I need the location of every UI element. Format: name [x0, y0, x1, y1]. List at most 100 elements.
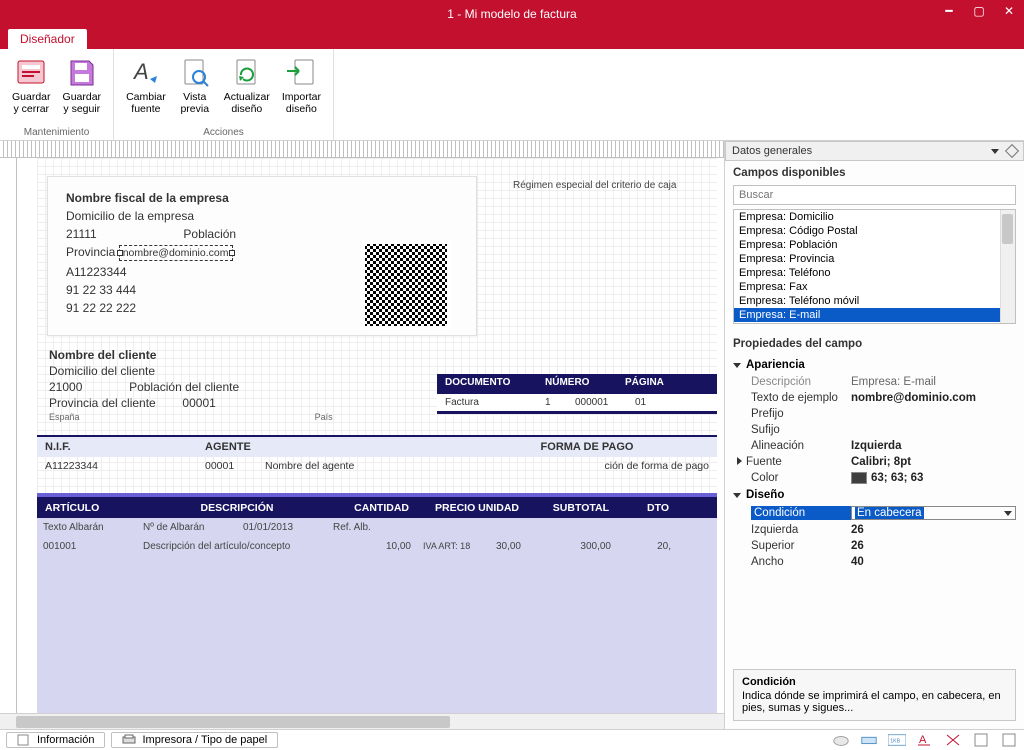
r2-sub[interactable]: 300,00 [527, 537, 617, 556]
info-button[interactable]: Información [6, 732, 105, 748]
field-list-item[interactable]: Empresa: Domicilio [734, 210, 1015, 224]
field-list-item[interactable]: Empresa: Teléfono [734, 266, 1015, 280]
r2-iva[interactable]: IVA ART: 18 [417, 537, 487, 556]
field-list-item[interactable]: Empresa: Población [734, 238, 1015, 252]
checkbox-icon[interactable] [1000, 733, 1018, 747]
client-city[interactable]: Población del cliente [129, 380, 239, 394]
change-font-button[interactable]: A Cambiar fuente [120, 53, 172, 125]
company-city[interactable]: Población [183, 227, 236, 241]
prop-top[interactable]: 26 [851, 540, 1016, 552]
printer-button[interactable]: Impresora / Tipo de papel [111, 732, 278, 748]
client-addr[interactable]: Domicilio del cliente [49, 364, 333, 378]
field-list-item[interactable]: Empresa: Fax [734, 280, 1015, 294]
scrollbar-thumb[interactable] [16, 716, 450, 728]
section-appearance[interactable]: Apariencia [733, 356, 1016, 374]
doc-d2b[interactable]: 000001 [567, 394, 627, 411]
prop-align[interactable]: Izquierda [851, 440, 1016, 452]
nif-d2a[interactable]: 00001 [197, 457, 257, 475]
r1-a[interactable]: Texto Albarán [37, 518, 137, 537]
client-cp[interactable]: 21000 [49, 380, 82, 394]
maximize-button[interactable]: ▢ [964, 0, 994, 22]
size-badge-icon[interactable]: 1KB [888, 733, 906, 747]
client-country-lbl[interactable]: País [315, 412, 333, 422]
import-icon [285, 57, 317, 89]
fields-title: Campos disponibles [725, 161, 1024, 185]
qr-code[interactable] [361, 240, 451, 330]
field-list-item[interactable]: Empresa: E-mail comercial [734, 322, 1015, 324]
tab-designer[interactable]: Diseñador [8, 29, 87, 49]
underline-icon[interactable]: A [916, 733, 934, 747]
change-font-label: Cambiar fuente [126, 92, 166, 115]
company-cp[interactable]: 21111 [66, 227, 97, 241]
checkbox-icon[interactable] [972, 733, 990, 747]
prop-sample-text[interactable]: nombre@dominio.com [851, 392, 1016, 404]
client-code[interactable]: 00001 [182, 396, 215, 410]
save-close-button[interactable]: Guardar y cerrar [6, 53, 57, 125]
nif-band[interactable]: N.I.F. AGENTE FORMA DE PAGO A11223344 00… [37, 435, 717, 475]
status-icons: 1KB A [832, 733, 1018, 747]
doc-d2a[interactable]: 1 [537, 394, 567, 411]
prop-color[interactable]: 63; 63; 63 [851, 472, 1016, 484]
prop-condition-row[interactable]: Condición En cabecera [733, 504, 1016, 522]
regimen-text[interactable]: Régimen especial del criterio de caja [513, 180, 676, 191]
save-icon [66, 57, 98, 89]
horizontal-scrollbar[interactable] [0, 713, 724, 729]
prop-condition-value[interactable]: En cabecera [851, 506, 1016, 520]
r2-art[interactable]: 001001 [37, 537, 137, 556]
nif-d2b[interactable]: Nombre del agente [257, 457, 457, 475]
field-list[interactable]: Empresa: DomicilioEmpresa: Código Postal… [733, 209, 1016, 324]
save-continue-button[interactable]: Guardar y seguir [57, 53, 108, 125]
cloud-icon[interactable] [832, 733, 850, 747]
email-field-selected[interactable]: nombre@dominio.com [119, 245, 233, 261]
field-list-item[interactable]: Empresa: Provincia [734, 252, 1015, 266]
nif-d1[interactable]: A11223344 [37, 457, 197, 475]
canvas-scroll[interactable]: Régimen especial del criterio de caja No… [17, 158, 724, 713]
prop-width[interactable]: 40 [851, 556, 1016, 568]
field-list-item[interactable]: Empresa: Teléfono móvil [734, 294, 1015, 308]
ruler-horizontal [0, 141, 724, 158]
items-body[interactable]: Texto Albarán Nº de Albarán 01/01/2013 R… [37, 518, 717, 713]
items-header[interactable]: ARTÍCULO DESCRIPCIÓN CANTIDAD PRECIO UNI… [37, 493, 717, 519]
printer-status-icon[interactable] [860, 733, 878, 747]
r2-pu[interactable]: 30,00 [487, 537, 527, 556]
r2-cant[interactable]: 10,00 [337, 537, 417, 556]
preview-button[interactable]: Vista previa [172, 53, 218, 125]
scrollbar-thumb[interactable] [1002, 214, 1013, 244]
prop-font[interactable]: Calibri; 8pt [851, 456, 1016, 468]
r1-c[interactable]: 01/01/2013 [237, 518, 327, 537]
field-list-scrollbar[interactable] [1000, 210, 1015, 323]
nif-d3[interactable]: ción de forma de pago [457, 457, 717, 475]
minimize-button[interactable]: ━ [934, 0, 964, 22]
field-list-item[interactable]: Empresa: Código Postal [734, 224, 1015, 238]
doc-header-block[interactable]: DOCUMENTO NÚMERO PÁGINA Factura 1 000001… [437, 374, 717, 414]
nif-h3: FORMA DE PAGO [457, 437, 717, 457]
section-design[interactable]: Diseño [733, 486, 1016, 504]
r2-desc[interactable]: Descripción del artículo/concepto [137, 537, 337, 556]
field-list-item[interactable]: Empresa: E-mail [734, 308, 1015, 322]
client-name[interactable]: Nombre del cliente [49, 348, 333, 362]
client-prov[interactable]: Provincia del cliente [49, 396, 156, 410]
r2-dt[interactable]: 20, [617, 537, 677, 556]
side-dropdown[interactable]: Datos generales [725, 141, 1024, 161]
client-block[interactable]: Nombre del cliente Domicilio del cliente… [49, 348, 333, 424]
pin-icon[interactable] [1005, 144, 1019, 158]
refresh-design-button[interactable]: Actualizar diseño [218, 53, 276, 125]
star-icon[interactable] [944, 733, 962, 747]
doc-d1[interactable]: Factura [437, 394, 537, 411]
r1-d[interactable]: Ref. Alb. [327, 518, 387, 537]
company-address[interactable]: Domicilio de la empresa [66, 209, 458, 223]
client-country[interactable]: España [49, 412, 80, 422]
close-button[interactable]: ✕ [994, 0, 1024, 22]
r1-b[interactable]: Nº de Albarán [137, 518, 237, 537]
items-h-desc: DESCRIPCIÓN [137, 497, 337, 519]
doc-d3[interactable]: 01 [627, 394, 667, 411]
import-design-button[interactable]: Importar diseño [276, 53, 327, 125]
company-prov[interactable]: Provincia [66, 245, 115, 259]
company-name[interactable]: Nombre fiscal de la empresa [66, 191, 458, 205]
design-canvas[interactable]: Régimen especial del criterio de caja No… [37, 158, 717, 713]
chevron-down-icon[interactable] [1004, 511, 1012, 516]
search-input[interactable] [733, 185, 1016, 205]
prop-left[interactable]: 26 [851, 524, 1016, 536]
designer-panel: Régimen especial del criterio de caja No… [0, 141, 724, 729]
doc-h3: PÁGINA [617, 374, 657, 391]
